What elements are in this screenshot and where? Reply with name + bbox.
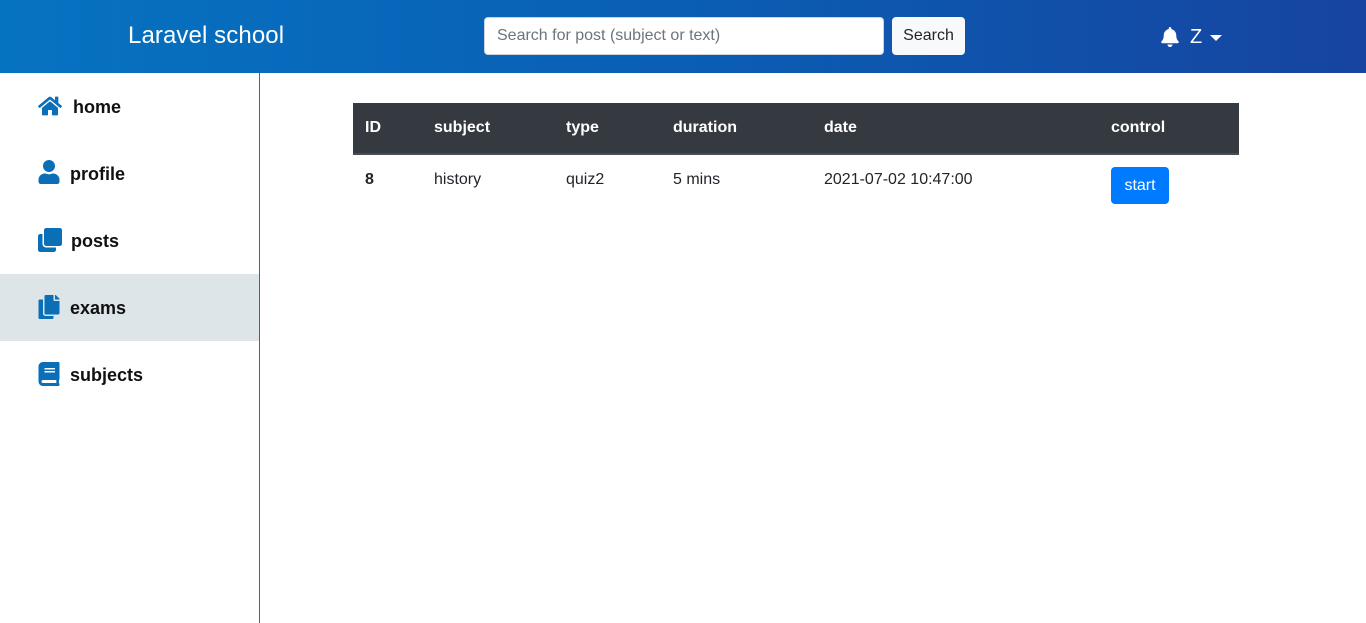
search-button[interactable]: Search <box>892 17 965 55</box>
sidebar-item-profile[interactable]: profile <box>0 140 259 207</box>
column-header-id: ID <box>353 103 422 155</box>
brand-title[interactable]: Laravel school <box>128 22 284 50</box>
sidebar-item-home[interactable]: home <box>0 73 259 140</box>
copy-icon <box>38 295 60 319</box>
cell-type: quiz2 <box>566 171 605 188</box>
exams-table-container: ID subject type duration date control 8 … <box>353 103 1239 208</box>
start-exam-button[interactable]: start <box>1111 167 1169 204</box>
user-dropdown[interactable]: Z <box>1190 25 1223 49</box>
table-row: 8 history quiz2 5 mins 2021-07-02 10:47:… <box>353 154 1239 208</box>
caret-down-icon <box>1210 35 1223 41</box>
column-header-control: control <box>1099 103 1239 155</box>
sidebar-item-posts[interactable]: posts <box>0 207 259 274</box>
column-header-subject: subject <box>422 103 554 155</box>
sidebar: home profile posts exams subjects <box>0 73 260 623</box>
cell-id: 8 <box>365 171 374 188</box>
cell-subject: history <box>434 171 482 188</box>
sidebar-item-label: posts <box>71 231 120 251</box>
sidebar-item-subjects[interactable]: subjects <box>0 341 259 408</box>
column-header-type: type <box>554 103 661 155</box>
clone-icon <box>38 228 62 252</box>
top-navbar: Laravel school Search Z <box>0 0 1366 73</box>
sidebar-item-label: home <box>73 97 122 117</box>
sidebar-item-label: subjects <box>70 365 144 385</box>
cell-duration: 5 mins <box>673 171 721 188</box>
cell-control: start <box>1099 154 1239 208</box>
user-icon <box>38 160 60 184</box>
home-icon <box>38 96 62 116</box>
bell-icon[interactable] <box>1160 27 1180 47</box>
table-header-row: ID subject type duration date control <box>353 103 1239 155</box>
cell-date: 2021-07-02 10:47:00 <box>824 171 973 188</box>
book-icon <box>38 362 60 386</box>
sidebar-item-label: profile <box>70 164 126 184</box>
user-initial: Z <box>1190 25 1203 48</box>
exams-table: ID subject type duration date control 8 … <box>353 103 1239 208</box>
search-input[interactable] <box>484 17 884 55</box>
sidebar-item-exams[interactable]: exams <box>0 274 259 341</box>
column-header-date: date <box>812 103 1099 155</box>
sidebar-item-label: exams <box>70 298 127 318</box>
column-header-duration: duration <box>661 103 812 155</box>
